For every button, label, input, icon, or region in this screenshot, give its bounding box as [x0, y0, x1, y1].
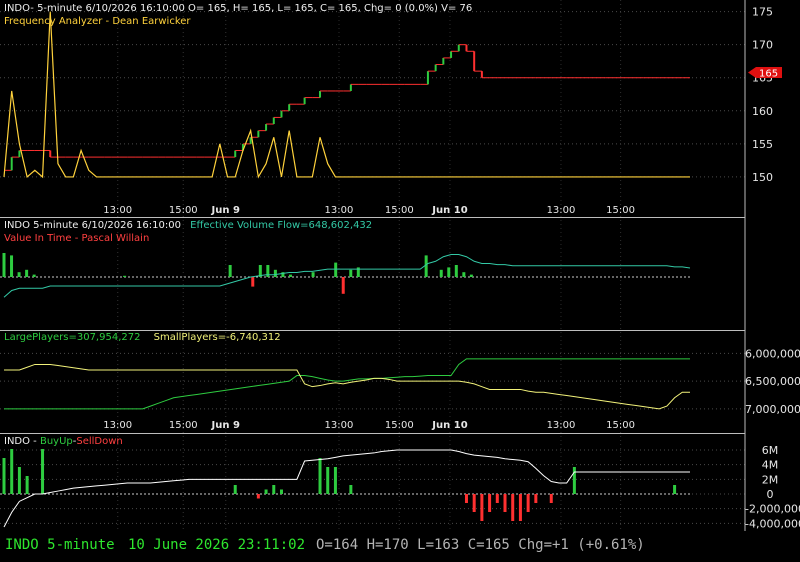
buyup-tick-label: -2,000,000: [745, 503, 800, 516]
time-tick-label: 13:00: [103, 205, 132, 216]
buyup-volume-bar: [256, 494, 260, 499]
value-in-time-bar: [341, 277, 345, 294]
players-panel-header: LargePlayers=307,954,272 SmallPlayers=-6…: [4, 332, 281, 343]
time-tick-label: 15:00: [606, 205, 635, 216]
buyup-label: BuyUp: [40, 436, 73, 447]
time-tick-label: 13:00: [325, 420, 354, 431]
players-tick-label: 7,000,000: [745, 403, 800, 416]
chart-canvas: 150 155 160 165 170 175 13:00 15:00 Jun 9 13:00 15…: [0, 0, 800, 562]
buyup-tick-label: 0: [767, 488, 774, 501]
buyup-volume-bar: [480, 494, 484, 521]
last-price-label: 165: [759, 69, 778, 80]
status-ohlc: O=164 H=170 L=163 C=165 Chg=+1 (+0.61%): [316, 537, 645, 553]
buyup-tick-label: 2M: [762, 473, 779, 486]
buyup-volume-bar: [572, 467, 576, 494]
buyup-volume-bar: [495, 494, 499, 503]
value-in-time-bar: [273, 269, 277, 277]
buyup-tick-label: 6M: [762, 444, 779, 457]
value-in-time-bar: [10, 255, 14, 277]
value-in-time-bar: [251, 277, 255, 287]
buyup-volume-bar: [472, 494, 476, 512]
value-in-time-label: Value In Time - Pascal Willain: [4, 233, 149, 244]
value-in-time-bar: [123, 275, 127, 277]
buyup-tick-label: 4M: [762, 459, 779, 472]
effective-volume-flow-label: Effective Volume Flow=648,602,432: [190, 220, 372, 231]
price-tick-label: 150: [752, 171, 773, 184]
time-tick-label: 15:00: [385, 420, 414, 431]
buyup-volume-bar: [2, 458, 6, 494]
buyup-volume-bar: [488, 494, 492, 512]
time-tick-label: Jun 9: [211, 420, 240, 431]
time-tick-label: 13:00: [325, 205, 354, 216]
time-tick-label: 13:00: [103, 420, 132, 431]
frequency-analyzer-label: Frequency Analyzer - Dean Earwicker: [4, 16, 191, 27]
volume-panel-symbol: INDO 5-minute 6/10/2026 16:10:00: [4, 220, 181, 231]
value-in-time-bar: [454, 265, 458, 277]
buyup-volume-bar: [10, 449, 14, 494]
time-tick-label: 15:00: [385, 205, 414, 216]
selldown-label: SellDown: [76, 436, 122, 447]
value-in-time-bar: [25, 269, 29, 277]
buyup-volume-bar: [526, 494, 530, 512]
time-tick-label: 15:00: [169, 420, 198, 431]
value-in-time-bar: [469, 274, 473, 277]
buyup-volume-bar: [233, 485, 237, 494]
buyup-volume-bar: [503, 494, 507, 512]
value-in-time-bar: [32, 274, 36, 277]
value-in-time-bar: [462, 272, 466, 277]
buyup-volume-bar: [25, 476, 29, 494]
buyup-volume-bar: [534, 494, 538, 503]
time-tick-label: 15:00: [606, 420, 635, 431]
price-tick-label: 160: [752, 105, 773, 118]
value-in-time-bar: [17, 272, 21, 277]
buyup-volume-bar: [264, 489, 268, 494]
players-tick-label: 6,500,000: [745, 375, 800, 388]
buyup-volume-bar: [41, 449, 45, 494]
buyup-prefix: INDO -: [4, 436, 40, 447]
price-tick-label: 175: [752, 6, 773, 19]
buyup-volume-bar: [279, 489, 283, 494]
status-bar: INDO 5-minute 10 June 2026 23:11:02 O=16…: [0, 531, 800, 562]
time-tick-label: 15:00: [169, 205, 198, 216]
buyup-tick-label: -4,000,000: [745, 517, 800, 530]
buyup-volume-bar: [549, 494, 553, 503]
buyup-volume-bar: [518, 494, 522, 521]
small-players-label: SmallPlayers=-6,740,312: [154, 332, 281, 343]
price-tick-label: 155: [752, 138, 773, 151]
buyup-volume-bar: [17, 467, 21, 494]
status-datetime: 10 June 2026 23:11:02: [128, 537, 306, 553]
time-tick-label: Jun 10: [431, 205, 467, 216]
time-tick-label: Jun 10: [431, 420, 467, 431]
large-players-label: LargePlayers=307,954,272: [4, 332, 140, 343]
buyup-volume-bar: [511, 494, 515, 521]
price-tick-label: 170: [752, 39, 773, 52]
buyup-volume-bar: [464, 494, 468, 503]
value-in-time-bar: [349, 269, 353, 277]
price-panel-header: INDO- 5-minute 6/10/2026 16:10:00 O= 165…: [4, 3, 472, 14]
value-in-time-bar: [424, 255, 428, 277]
players-tick-label: 6,000,000: [745, 347, 800, 360]
value-in-time-bar: [334, 262, 338, 277]
value-in-time-bar: [447, 267, 451, 277]
value-in-time-bar: [2, 253, 6, 277]
buyup-volume-bar: [349, 485, 353, 494]
buyup-volume-bar: [333, 467, 337, 494]
status-symbol-interval: INDO 5-minute: [5, 537, 115, 553]
value-in-time-bar: [288, 274, 292, 277]
buyup-volume-bar: [318, 458, 322, 494]
value-in-time-bar: [439, 269, 443, 277]
time-tick-label: Jun 9: [211, 205, 240, 216]
buyup-volume-bar: [673, 485, 677, 494]
value-in-time-bar: [311, 272, 315, 277]
time-tick-label: 13:00: [547, 420, 576, 431]
buyup-panel-header: INDO - BuyUp-SellDown: [4, 436, 123, 447]
value-in-time-bar: [228, 265, 232, 277]
buyup-volume-bar: [272, 485, 276, 494]
buyup-volume-bar: [326, 467, 330, 494]
time-tick-label: 13:00: [547, 205, 576, 216]
